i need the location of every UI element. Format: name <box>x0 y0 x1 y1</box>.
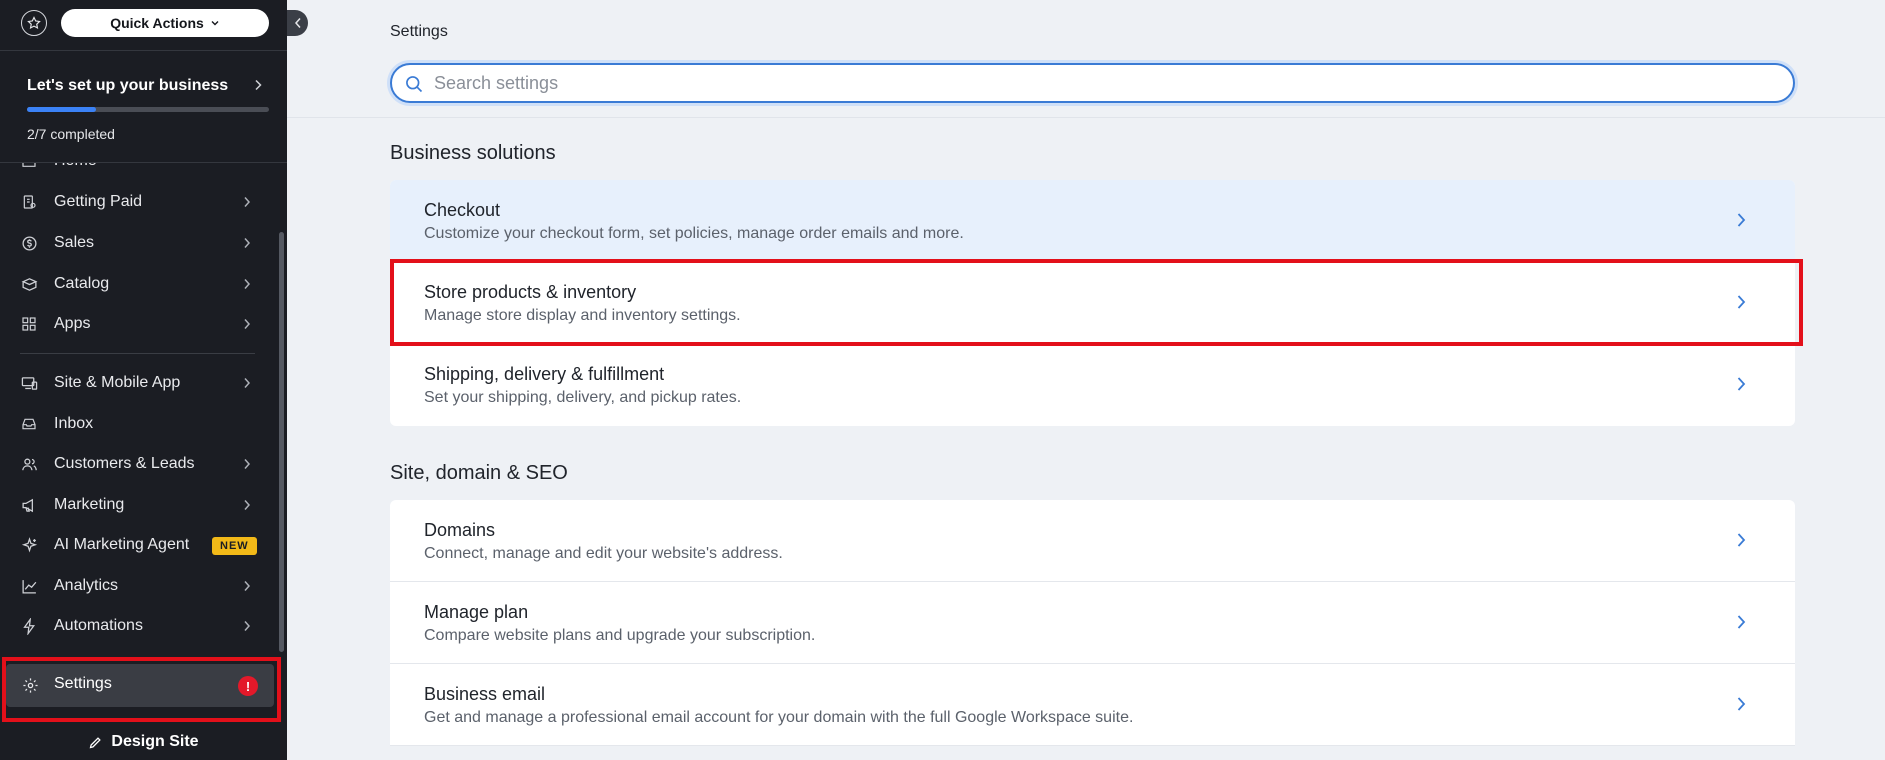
settings-row-store-products-inventory[interactable]: Store products & inventory Manage store … <box>390 262 1795 344</box>
row-subtitle: Customize your checkout form, set polici… <box>424 225 964 242</box>
setup-progress-text: 2/7 completed <box>27 126 115 142</box>
sidebar-item-label: Settings <box>54 675 112 692</box>
chevron-right-icon <box>1737 213 1746 227</box>
new-badge: NEW <box>212 537 257 555</box>
settings-row-business-email[interactable]: Business email Get and manage a professi… <box>390 664 1795 746</box>
analytics-icon <box>20 577 38 595</box>
settings-row-checkout[interactable]: Checkout Customize your checkout form, s… <box>390 180 1795 262</box>
row-title: Shipping, delivery & fulfillment <box>424 364 665 384</box>
setup-business-panel[interactable]: Let's set up your business 2/7 completed <box>0 50 287 163</box>
sidebar-item-label: Analytics <box>54 577 119 594</box>
setup-title: Let's set up your business <box>27 77 229 94</box>
chevron-right-icon <box>244 459 251 469</box>
chevron-right-icon <box>1737 615 1746 629</box>
sidebar-item-catalog[interactable]: Catalog <box>0 267 287 301</box>
devices-icon <box>20 374 38 392</box>
sidebar-item-customers-leads[interactable]: Customers & Leads <box>0 447 287 481</box>
chevron-right-icon <box>1737 697 1746 711</box>
setup-progress-fill <box>27 107 97 112</box>
sidebar-item-sales[interactable]: Sales <box>0 226 287 260</box>
sidebar-item-label: Catalog <box>54 275 110 292</box>
catalog-icon <box>20 275 38 293</box>
row-subtitle: Connect, manage and edit your website's … <box>424 545 783 562</box>
lightning-icon <box>20 617 38 635</box>
chevron-left-icon <box>294 18 301 28</box>
alert-badge: ! <box>238 676 258 696</box>
chevron-right-icon <box>244 197 251 207</box>
sidebar-item-inbox[interactable]: Inbox <box>0 407 287 441</box>
row-subtitle: Set your shipping, delivery, and pickup … <box>424 389 742 406</box>
sidebar-item-getting-paid[interactable]: Getting Paid <box>0 185 287 219</box>
design-site-label: Design Site <box>111 733 199 750</box>
megaphone-icon <box>20 496 38 514</box>
pencil-icon <box>90 736 102 748</box>
chevron-right-icon <box>244 238 251 248</box>
chevron-right-icon <box>244 378 251 388</box>
sidebar-item-automations[interactable]: Automations <box>0 609 287 643</box>
sidebar-item-label: AI Marketing Agent <box>54 536 190 553</box>
sidebar-item-label: Inbox <box>54 415 94 432</box>
star-icon <box>27 16 41 30</box>
chevron-right-icon <box>255 79 262 91</box>
sidebar-item-label: Sales <box>54 234 95 251</box>
sidebar-item-label: Customers & Leads <box>54 455 195 472</box>
row-title: Store products & inventory <box>424 282 637 302</box>
sparkle-icon <box>20 536 38 554</box>
breadcrumb: Settings <box>390 23 448 40</box>
getting-paid-icon <box>20 193 38 211</box>
chevron-right-icon <box>244 279 251 289</box>
sidebar-divider <box>20 353 255 354</box>
chevron-down-icon <box>211 21 219 26</box>
chevron-right-icon <box>244 621 251 631</box>
row-title: Domains <box>424 520 496 540</box>
section-title-site-domain-seo: Site, domain & SEO <box>390 462 568 484</box>
chevron-right-icon <box>244 581 251 591</box>
sidebar-top-bar: Quick Actions <box>0 0 287 44</box>
chevron-right-icon <box>1737 295 1746 309</box>
sidebar-item-label: Marketing <box>54 496 125 513</box>
gear-icon <box>21 676 39 694</box>
design-site-button[interactable]: Design Site <box>0 724 287 760</box>
settings-row-manage-plan[interactable]: Manage plan Compare website plans and up… <box>390 582 1795 664</box>
search-icon <box>406 76 423 93</box>
row-title: Checkout <box>424 200 501 220</box>
business-solutions-card: Checkout Customize your checkout form, s… <box>390 180 1795 426</box>
customers-icon <box>20 455 38 473</box>
site-domain-seo-card: Domains Connect, manage and edit your we… <box>390 500 1795 746</box>
quick-actions-label: Quick Actions <box>110 15 204 31</box>
sidebar-item-label: Automations <box>54 617 143 634</box>
row-subtitle: Manage store display and inventory setti… <box>424 307 741 324</box>
sidebar-item-ai-marketing-agent[interactable]: AI Marketing Agent NEW <box>0 528 287 562</box>
sidebar-scrollbar[interactable] <box>279 232 284 652</box>
sidebar-item-site-mobile-app[interactable]: Site & Mobile App <box>0 366 287 400</box>
search-input[interactable] <box>434 71 1774 95</box>
section-title-business-solutions: Business solutions <box>390 142 556 164</box>
settings-row-shipping-delivery-fulfillment[interactable]: Shipping, delivery & fulfillment Set you… <box>390 344 1795 426</box>
row-title: Manage plan <box>424 602 529 622</box>
settings-header: Settings <box>287 0 1885 118</box>
row-subtitle: Get and manage a professional email acco… <box>424 709 1134 726</box>
sidebar-item-label: Site & Mobile App <box>54 374 181 391</box>
favorites-button[interactable] <box>21 10 47 36</box>
sidebar: Quick Actions Let's set up your business… <box>0 0 287 760</box>
sidebar-item-label: Apps <box>54 315 91 332</box>
sidebar-item-analytics[interactable]: Analytics <box>0 569 287 603</box>
row-subtitle: Compare website plans and upgrade your s… <box>424 627 816 644</box>
sidebar-item-marketing[interactable]: Marketing <box>0 488 287 522</box>
chevron-right-icon <box>1737 377 1746 391</box>
quick-actions-button[interactable]: Quick Actions <box>61 9 269 37</box>
apps-icon <box>20 315 38 333</box>
chevron-right-icon <box>1737 533 1746 547</box>
inbox-icon <box>20 415 38 433</box>
sidebar-item-label: Getting Paid <box>54 193 143 210</box>
row-title: Business email <box>424 684 546 704</box>
sidebar-item-apps[interactable]: Apps <box>0 307 287 341</box>
dollar-circle-icon <box>20 234 38 252</box>
sidebar-item-settings[interactable]: Settings ! <box>6 664 274 707</box>
setup-progress-bar <box>27 107 269 112</box>
chevron-right-icon <box>244 500 251 510</box>
search-bar[interactable] <box>390 63 1795 103</box>
chevron-right-icon <box>244 319 251 329</box>
settings-row-domains[interactable]: Domains Connect, manage and edit your we… <box>390 500 1795 582</box>
